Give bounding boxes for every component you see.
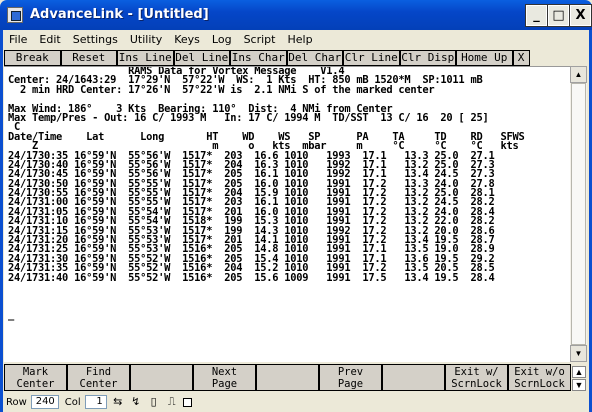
title-bar: AdvanceLink - [Untitled] _ □ X xyxy=(0,0,592,30)
menu-file[interactable]: File xyxy=(3,31,33,49)
status-indicator-icon xyxy=(182,397,192,407)
prev-page-button[interactable]: Prev Page xyxy=(319,364,382,391)
status-bar: Row 240 Col 1 ⇆ ↯ ▯ ⎍ xyxy=(0,392,592,412)
clr-line-button[interactable]: Clr Line xyxy=(343,50,400,66)
break-button[interactable]: Break xyxy=(4,50,61,66)
find-center-button[interactable]: Find Center xyxy=(67,364,130,391)
terminal-screen[interactable]: RAMS Data for Vortex Message V1.4 Center:… xyxy=(4,66,570,362)
col-value: 1 xyxy=(84,395,107,409)
function-key-7[interactable] xyxy=(382,364,445,391)
window-title: AdvanceLink - [Untitled] xyxy=(30,7,209,22)
menu-settings[interactable]: Settings xyxy=(67,31,124,49)
function-key-3[interactable] xyxy=(130,364,193,391)
scroll-up-icon[interactable]: ▲ xyxy=(570,66,587,83)
maximize-button[interactable]: □ xyxy=(547,4,570,27)
terminal-line: 2 min HRD Center: 17°26'N 57°22'W is 2.1… xyxy=(8,83,435,96)
vertical-scrollbar[interactable]: ▲ ▼ xyxy=(570,66,587,362)
close-button[interactable]: X xyxy=(569,4,592,27)
reset-button[interactable]: Reset xyxy=(60,50,117,66)
exit-with-scrnlock-button[interactable]: Exit w/ ScrnLock xyxy=(445,364,508,391)
menu-utility[interactable]: Utility xyxy=(124,31,168,49)
menu-edit[interactable]: Edit xyxy=(33,31,66,49)
ins-line-button[interactable]: Ins Line xyxy=(117,50,174,66)
del-line-button[interactable]: Del Line xyxy=(173,50,230,66)
mark-center-button[interactable]: Mark Center xyxy=(4,364,67,391)
function-key-icons: ▲ ▼ xyxy=(572,366,588,392)
del-char-button[interactable]: Del Char xyxy=(286,50,343,66)
scroll-thumb[interactable] xyxy=(571,83,586,345)
disconnect-icon[interactable]: ⎍ xyxy=(165,395,179,409)
terminal-toolbar: Break Reset Ins Line Del Line Ins Char D… xyxy=(4,50,569,66)
transfer-icon[interactable]: ⇆ xyxy=(111,395,125,409)
log-icon[interactable]: ▯ xyxy=(147,395,161,409)
next-page-button[interactable]: Next Page xyxy=(193,364,256,391)
clr-disp-button[interactable]: Clr Disp xyxy=(399,50,456,66)
scroll-down-icon[interactable]: ▼ xyxy=(570,345,587,362)
terminal-line: 24/1731:40 16°59'N 55°52'W 1516* 205 15.… xyxy=(8,271,495,284)
row-value: 240 xyxy=(30,395,59,409)
menu-keys[interactable]: Keys xyxy=(168,31,206,49)
keyboard-up-icon[interactable]: ▲ xyxy=(572,366,586,378)
window-border-left xyxy=(0,30,3,412)
row-label: Row xyxy=(6,396,27,408)
menu-script[interactable]: Script xyxy=(238,31,282,49)
terminal-line: Max Temp/Pres - Out: 16 C/ 1993 M In: 17… xyxy=(8,111,489,124)
terminal-close-button[interactable]: X xyxy=(512,50,530,66)
minimize-button[interactable]: _ xyxy=(525,4,548,27)
connect-icon[interactable]: ↯ xyxy=(129,395,143,409)
terminal-line: _ xyxy=(8,309,15,322)
keyboard-down-icon[interactable]: ▼ xyxy=(572,379,586,391)
home-up-button[interactable]: Home Up xyxy=(456,50,513,66)
menu-log[interactable]: Log xyxy=(206,31,238,49)
ins-char-button[interactable]: Ins Char xyxy=(230,50,287,66)
app-icon[interactable] xyxy=(7,7,23,23)
function-key-bar: Mark Center Find Center Next Page Prev P… xyxy=(4,364,571,391)
menu-help[interactable]: Help xyxy=(281,31,318,49)
exit-without-scrnlock-button[interactable]: Exit w/o ScrnLock xyxy=(508,364,571,391)
col-label: Col xyxy=(64,396,81,408)
menu-bar: File Edit Settings Utility Keys Log Scri… xyxy=(3,30,589,50)
function-key-5[interactable] xyxy=(256,364,319,391)
